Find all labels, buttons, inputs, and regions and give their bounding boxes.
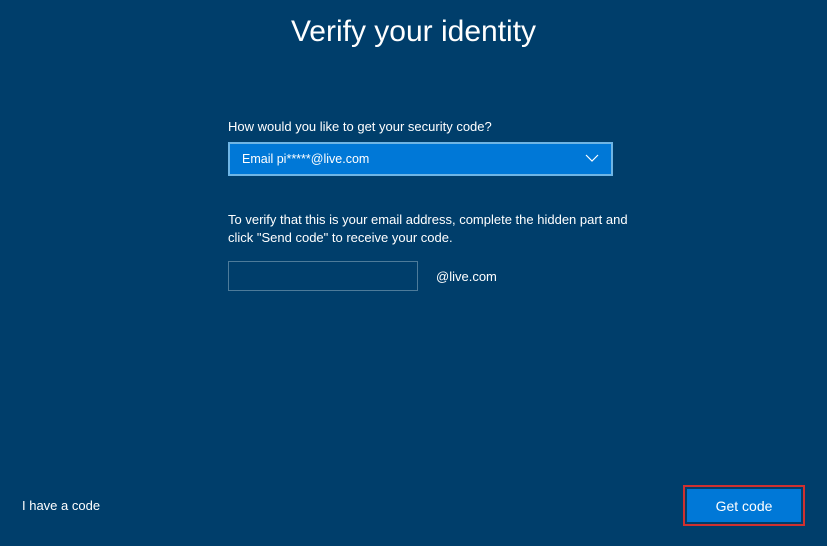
instruction-text: To verify that this is your email addres…	[228, 211, 628, 246]
security-code-method-select[interactable]: Email pi*****@live.com	[228, 142, 613, 176]
get-code-highlight: Get code	[683, 485, 805, 526]
have-code-link[interactable]: I have a code	[22, 498, 100, 513]
chevron-down-icon	[585, 150, 599, 168]
content-area: How would you like to get your security …	[228, 119, 678, 291]
select-value: Email pi*****@live.com	[242, 152, 369, 166]
security-code-prompt: How would you like to get your security …	[228, 119, 678, 134]
get-code-button[interactable]: Get code	[687, 489, 801, 522]
email-suffix-label: @live.com	[436, 269, 497, 284]
email-verification-row: @live.com	[228, 261, 678, 291]
bottom-bar: I have a code Get code	[0, 485, 827, 526]
email-prefix-input[interactable]	[228, 261, 418, 291]
page-title: Verify your identity	[0, 0, 827, 49]
